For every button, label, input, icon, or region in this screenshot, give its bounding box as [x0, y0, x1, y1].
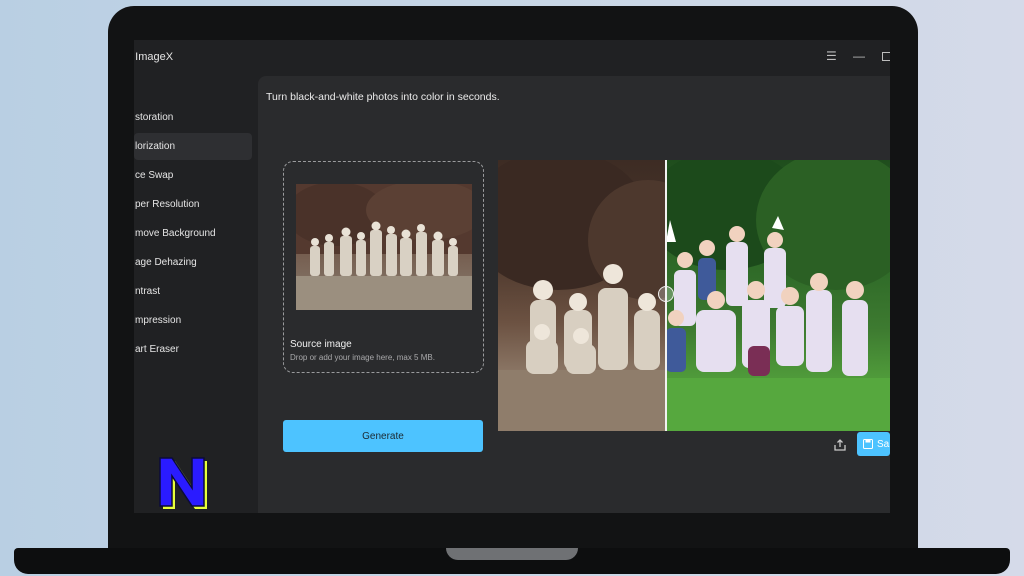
share-icon[interactable] [832, 438, 848, 454]
title-bar: e ImageX ☰ — [134, 40, 890, 74]
sidebar-item-compression[interactable]: mpression [134, 307, 252, 334]
sidebar-item-remove-background[interactable]: move Background [134, 220, 252, 247]
save-button[interactable]: Sa [857, 432, 890, 456]
save-icon [863, 439, 873, 449]
dropzone-hint: Drop or add your image here, max 5 MB. [290, 353, 435, 362]
colorized-photo-half [646, 160, 890, 431]
sidebar: storation lorization ce Swap per Resolut… [134, 74, 256, 513]
sidebar-item-face-swap[interactable]: ce Swap [134, 162, 252, 189]
main-panel: Turn black-and-white photos into color i… [258, 76, 890, 513]
sidebar-item-smart-eraser[interactable]: art Eraser [134, 336, 252, 363]
n-logo-icon [159, 457, 207, 509]
page-tagline: Turn black-and-white photos into color i… [266, 91, 500, 103]
laptop-notch [446, 548, 578, 560]
sidebar-item-image-dehazing[interactable]: age Dehazing [134, 249, 252, 276]
menu-icon[interactable]: ☰ [826, 49, 837, 63]
app-title: e ImageX [134, 51, 174, 63]
sidebar-item-restoration[interactable]: storation [134, 104, 252, 131]
generate-button[interactable]: Generate [283, 420, 483, 452]
app-window: e ImageX ☰ — storation lorization ce Swa… [134, 40, 890, 513]
sidebar-item-contrast[interactable]: ntrast [134, 278, 252, 305]
original-photo-half [498, 160, 708, 431]
dropzone-title: Source image [290, 339, 352, 350]
sidebar-item-super-resolution[interactable]: per Resolution [134, 191, 252, 218]
save-button-label: Sa [877, 438, 890, 450]
minimize-icon[interactable]: — [853, 49, 865, 63]
compare-handle-icon[interactable] [658, 286, 674, 302]
source-image-dropzone[interactable]: Source image Drop or add your image here… [283, 161, 484, 373]
sidebar-item-colorization[interactable]: lorization [134, 133, 252, 160]
before-after-preview[interactable] [498, 160, 890, 431]
source-image-thumbnail [296, 184, 472, 310]
maximize-icon[interactable] [882, 52, 890, 61]
